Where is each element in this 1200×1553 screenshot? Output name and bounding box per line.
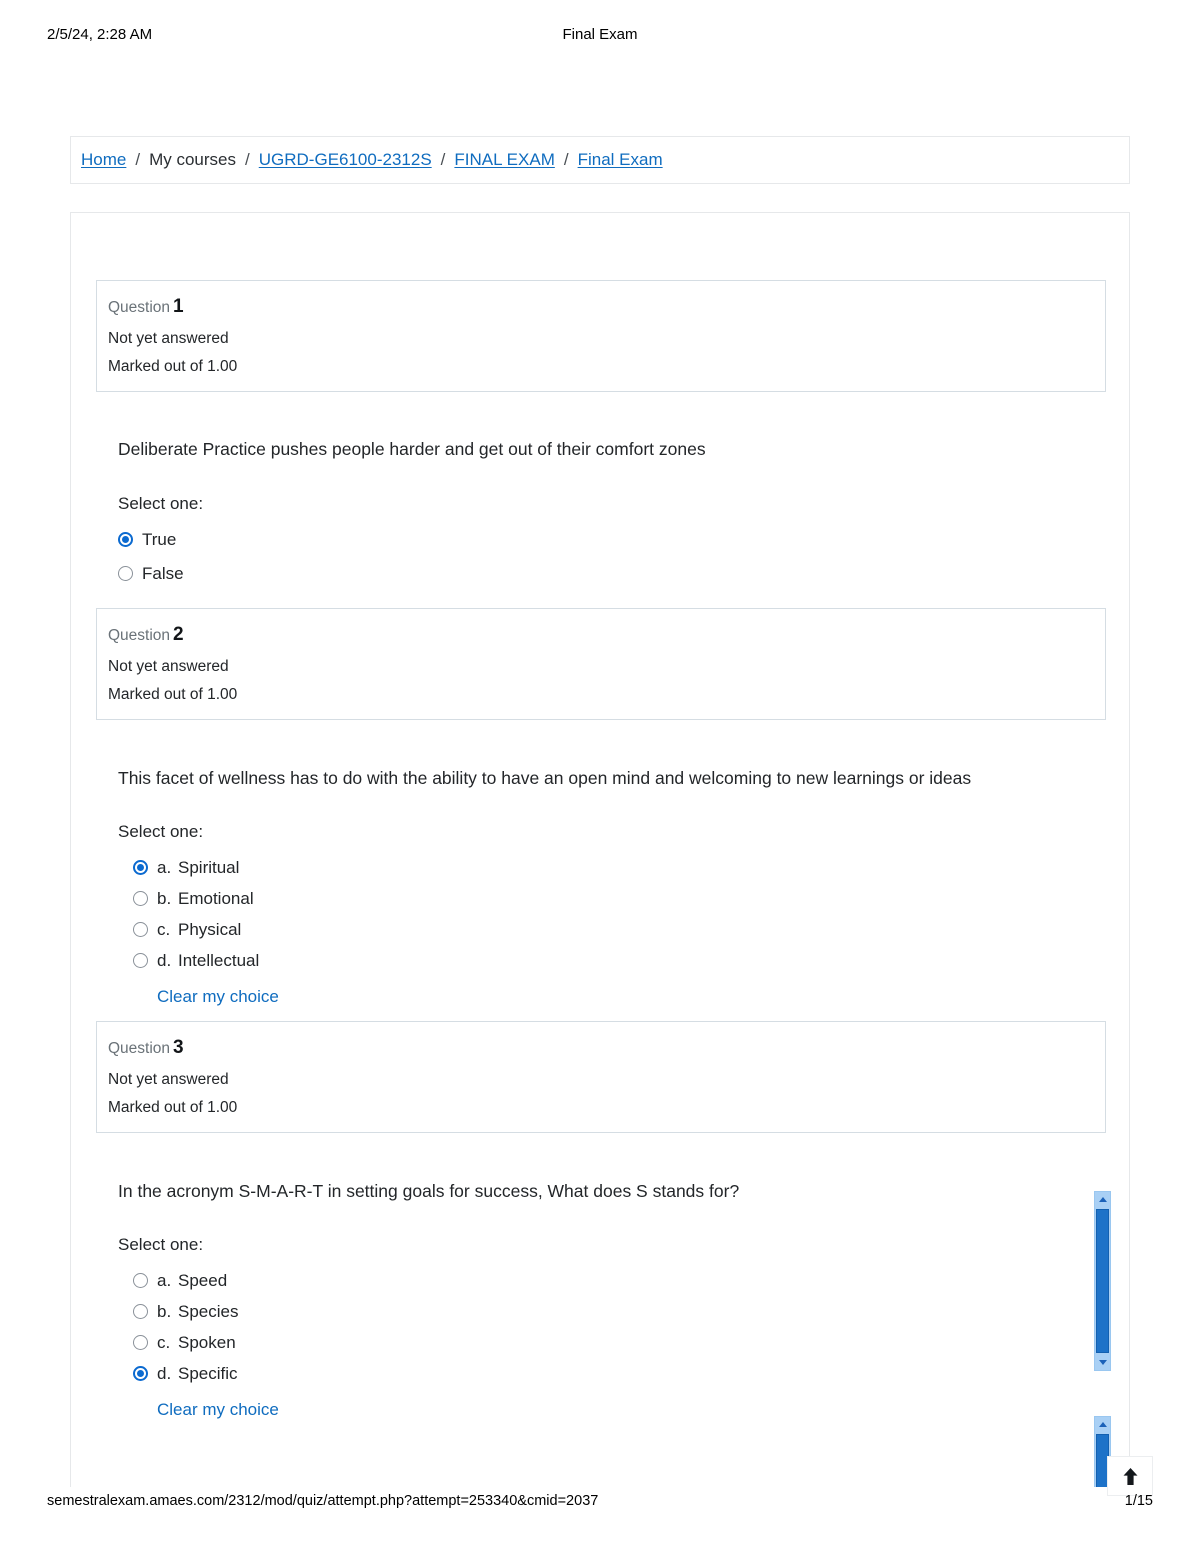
question-body: This facet of wellness has to do with th… xyxy=(96,765,1106,1007)
print-title: Final Exam xyxy=(562,26,638,43)
question-block: Question 2 Not yet answered Marked out of… xyxy=(96,608,1111,1371)
answer-label: Spoken xyxy=(178,1332,236,1352)
select-one-label: Select one: xyxy=(118,821,204,841)
select-one-label: Select one: xyxy=(118,1234,204,1254)
radio-button[interactable] xyxy=(118,565,133,581)
answer-option-d[interactable]: d. Specific xyxy=(118,1365,1106,1382)
radio-button[interactable] xyxy=(133,890,148,906)
print-page-number: 1/15 xyxy=(1124,1493,1153,1509)
radio-button[interactable] xyxy=(133,952,148,968)
answer-label: Physical xyxy=(178,919,242,939)
answer-option-c[interactable]: c. Physical xyxy=(118,921,1106,938)
scrollbar-arrow-up-icon[interactable] xyxy=(1095,1417,1110,1432)
question-state: Not yet answered xyxy=(108,329,229,347)
answer-letter: a. xyxy=(157,857,172,877)
radio-button-selected[interactable] xyxy=(118,531,133,547)
question-block: Question 1 Not yet answered Marked out of… xyxy=(96,280,1106,582)
answer-label: Speed xyxy=(178,1270,228,1290)
question-body: Deliberate Practice pushes people harder… xyxy=(96,436,1106,582)
answer-option-a[interactable]: a. Spiritual xyxy=(118,859,1106,876)
breadcrumb-item-final-exam-section[interactable]: FINAL EXAM xyxy=(454,150,554,170)
question-word: Question xyxy=(108,1040,171,1057)
back-to-top-button[interactable] xyxy=(1107,1456,1153,1496)
answer-label: Specific xyxy=(178,1363,238,1383)
radio-button[interactable] xyxy=(133,921,148,937)
radio-button-selected[interactable] xyxy=(133,1365,148,1381)
answer-list: True False xyxy=(118,531,1106,582)
question-word: Question xyxy=(108,299,171,316)
answer-list: a. Spiritual b. Emotional c. Physical d.… xyxy=(118,859,1106,969)
question-block: Question 3 Not yet answered Marked out of… xyxy=(96,1021,1111,1487)
arrow-up-icon xyxy=(1123,1467,1137,1485)
question-mark: Marked out of 1.00 xyxy=(108,357,238,375)
answer-letter: d. xyxy=(157,950,172,970)
breadcrumb: Home / My courses / UGRD-GE6100-2312S / … xyxy=(81,150,663,170)
question-info-box: Question 1 Not yet answered Marked out of… xyxy=(96,280,1106,392)
breadcrumb-item-home[interactable]: Home xyxy=(81,150,126,170)
breadcrumb-separator: / xyxy=(135,150,141,169)
question-number-label: Question 3 xyxy=(108,1034,1105,1062)
print-header: 2/5/24, 2:28 AM Final Exam xyxy=(0,26,1200,50)
radio-button[interactable] xyxy=(133,1303,148,1319)
question-number: 2 xyxy=(173,624,184,645)
question-text: Deliberate Practice pushes people harder… xyxy=(118,438,706,459)
answer-option-a[interactable]: a. Speed xyxy=(118,1272,1106,1289)
answer-label: Intellectual xyxy=(178,950,260,970)
question-word: Question xyxy=(108,627,171,644)
answer-option-d[interactable]: d. Intellectual xyxy=(118,952,1106,969)
question-mark: Marked out of 1.00 xyxy=(108,1098,238,1116)
answer-label: True xyxy=(142,529,177,549)
select-one-label: Select one: xyxy=(118,493,204,513)
question-state: Not yet answered xyxy=(108,1070,229,1088)
answer-label: Species xyxy=(178,1301,239,1321)
breadcrumb-item-my-courses: My courses xyxy=(149,150,237,169)
question-number: 3 xyxy=(173,1037,184,1058)
question-number-label: Question 2 xyxy=(108,621,1105,649)
question-number: 1 xyxy=(173,296,184,317)
question-number-label: Question 1 xyxy=(108,293,1105,321)
question-state: Not yet answered xyxy=(108,657,229,675)
answer-letter: d. xyxy=(157,1363,172,1383)
breadcrumb-bar: Home / My courses / UGRD-GE6100-2312S / … xyxy=(70,136,1130,184)
breadcrumb-separator: / xyxy=(440,150,446,169)
answer-option-c[interactable]: c. Spoken xyxy=(118,1334,1106,1351)
radio-button[interactable] xyxy=(133,1334,148,1350)
question-body: In the acronym S-M-A-R-T in setting goal… xyxy=(96,1178,1106,1420)
answer-label: False xyxy=(142,563,184,583)
breadcrumb-separator: / xyxy=(245,150,250,169)
question-info-box: Question 2 Not yet answered Marked out of… xyxy=(96,608,1106,720)
print-footer: semestralexam.amaes.com/2312/mod/quiz/at… xyxy=(0,1493,1200,1515)
answer-list: a. Speed b. Species c. Spoken d. Specifi… xyxy=(118,1272,1106,1382)
clear-my-choice-link[interactable]: Clear my choice xyxy=(157,1400,279,1420)
answer-label: Spiritual xyxy=(178,857,240,877)
breadcrumb-item-course[interactable]: UGRD-GE6100-2312S xyxy=(259,150,432,170)
answer-letter: c. xyxy=(157,919,171,939)
question-info-box: Question 3 Not yet answered Marked out of… xyxy=(96,1021,1106,1133)
radio-button-selected[interactable] xyxy=(133,859,148,875)
answer-letter: c. xyxy=(157,1332,171,1352)
print-url: semestralexam.amaes.com/2312/mod/quiz/at… xyxy=(47,1493,599,1509)
breadcrumb-separator: / xyxy=(563,150,569,169)
answer-option-false[interactable]: False xyxy=(118,565,1106,582)
answer-option-b[interactable]: b. Species xyxy=(118,1303,1106,1320)
answer-letter: b. xyxy=(157,1301,172,1321)
answer-letter: b. xyxy=(157,888,172,908)
answer-label: Emotional xyxy=(178,888,254,908)
answer-option-true[interactable]: True xyxy=(118,531,1106,548)
answer-option-b[interactable]: b. Emotional xyxy=(118,890,1106,907)
question-text: This facet of wellness has to do with th… xyxy=(118,767,972,788)
quiz-container: Question 1 Not yet answered Marked out of… xyxy=(70,212,1130,1487)
question-mark: Marked out of 1.00 xyxy=(108,685,238,703)
clear-my-choice-link[interactable]: Clear my choice xyxy=(157,987,279,1007)
question-text: In the acronym S-M-A-R-T in setting goal… xyxy=(118,1180,740,1201)
radio-button[interactable] xyxy=(133,1272,148,1288)
answer-letter: a. xyxy=(157,1270,172,1290)
breadcrumb-item-final-exam[interactable]: Final Exam xyxy=(578,150,663,170)
